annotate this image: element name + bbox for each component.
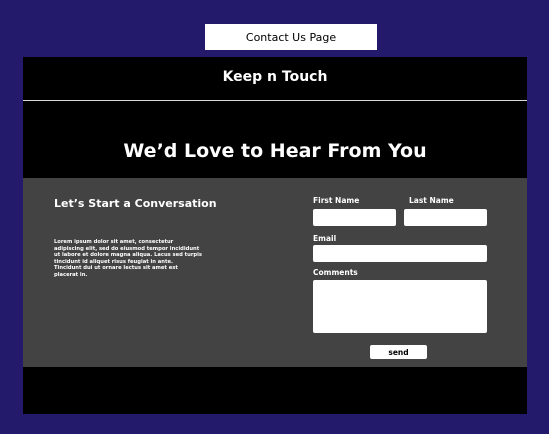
email-field[interactable] <box>313 245 487 262</box>
contact-panel: Let’s Start a Conversation Lorem ipsum d… <box>23 178 527 367</box>
contact-page-frame: Keep n Touch We’d Love to Hear From You … <box>23 57 527 414</box>
first-name-field[interactable] <box>313 209 396 226</box>
first-name-label: First Name <box>313 196 360 205</box>
last-name-field[interactable] <box>404 209 487 226</box>
header-divider <box>23 100 527 101</box>
comments-field[interactable] <box>313 280 487 333</box>
email-label: Email <box>313 234 337 243</box>
hero-heading: We’d Love to Hear From You <box>123 140 427 162</box>
last-name-label: Last Name <box>409 196 454 205</box>
comments-label: Comments <box>313 268 358 277</box>
conversation-body-text: Lorem ipsum dolor sit amet, consectetur … <box>54 239 202 278</box>
send-button[interactable]: send <box>370 345 427 359</box>
page-label: Contact Us Page <box>205 24 377 50</box>
site-title: Keep n Touch <box>222 69 328 85</box>
conversation-heading: Let’s Start a Conversation <box>54 197 217 210</box>
